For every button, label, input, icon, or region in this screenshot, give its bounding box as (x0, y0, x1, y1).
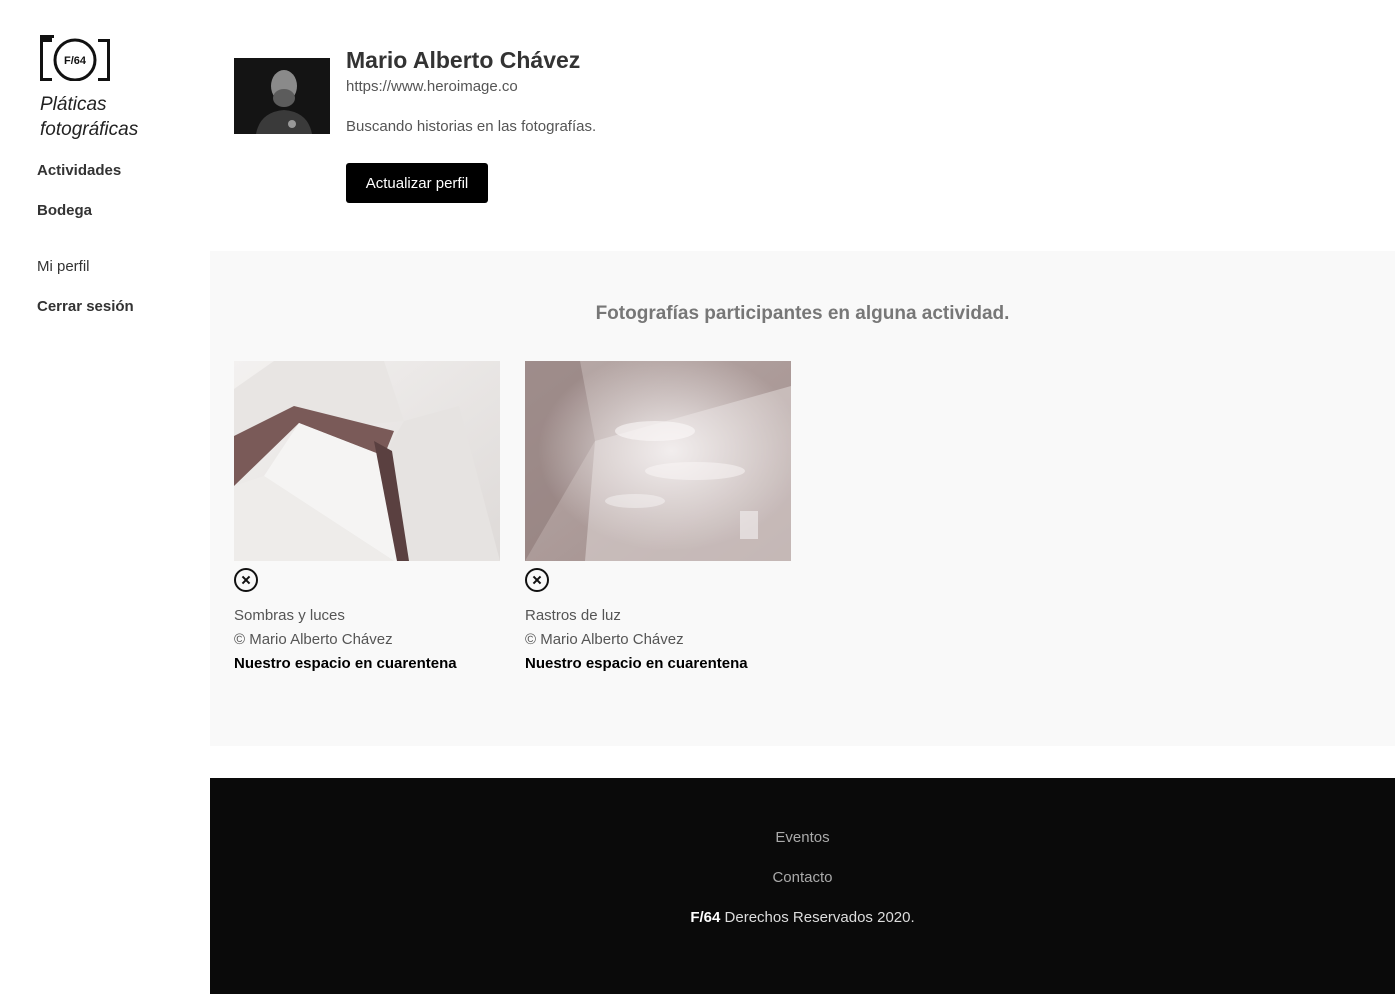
profile-bio: Buscando historias en las fotografías. (346, 118, 597, 135)
photo-author: © Mario Alberto Chávez (234, 631, 393, 648)
photo-author: © Mario Alberto Chávez (525, 631, 684, 648)
logo-text: F/64 (64, 55, 87, 67)
avatar (234, 58, 330, 134)
photo-image[interactable] (525, 361, 791, 561)
photo-title: Rastros de luz (525, 607, 621, 624)
footer-brand: F/64 (690, 909, 721, 926)
footer-link-contacto[interactable]: Contacto (210, 869, 1395, 886)
camera-logo-icon[interactable]: F/64 (40, 35, 110, 81)
photo-activity-link[interactable]: Nuestro espacio en cuarentena (525, 652, 791, 676)
footer-copyright: F/64 Derechos Reservados 2020. (210, 909, 1395, 926)
remove-photo-button[interactable] (525, 568, 549, 592)
sidebar-item-actividades[interactable]: Actividades (37, 162, 121, 179)
photo-card: Sombras y luces © Mario Alberto Chávez N… (234, 361, 500, 676)
brand-name: Pláticas fotográficas (40, 94, 139, 140)
profile-url-link[interactable]: https://www.heroimage.co (346, 78, 518, 95)
remove-photo-button[interactable] (234, 568, 258, 592)
gallery-title: Fotografías participantes en alguna acti… (595, 303, 1010, 324)
sidebar-item-bodega[interactable]: Bodega (37, 202, 92, 219)
photo-card: Rastros de luz © Mario Alberto Chávez Nu… (525, 361, 791, 676)
footer: Eventos Contacto F/64 Derechos Reservado… (210, 778, 1395, 994)
sidebar-item-cerrar-sesion[interactable]: Cerrar sesión (37, 298, 134, 315)
gallery-section: Fotografías participantes en alguna acti… (210, 251, 1395, 746)
photo-title: Sombras y luces (234, 607, 345, 624)
profile-name: Mario Alberto Chávez (346, 47, 581, 73)
footer-copyright-text: Derechos Reservados 2020. (724, 909, 915, 926)
photo-activity-link[interactable]: Nuestro espacio en cuarentena (234, 652, 500, 676)
update-profile-button[interactable]: Actualizar perfil (346, 163, 488, 203)
sidebar-item-mi-perfil[interactable]: Mi perfil (37, 258, 90, 275)
sidebar: F/64 Pláticas fotográficas Actividades B… (0, 0, 210, 994)
footer-link-eventos[interactable]: Eventos (210, 829, 1395, 846)
photo-image[interactable] (234, 361, 500, 561)
